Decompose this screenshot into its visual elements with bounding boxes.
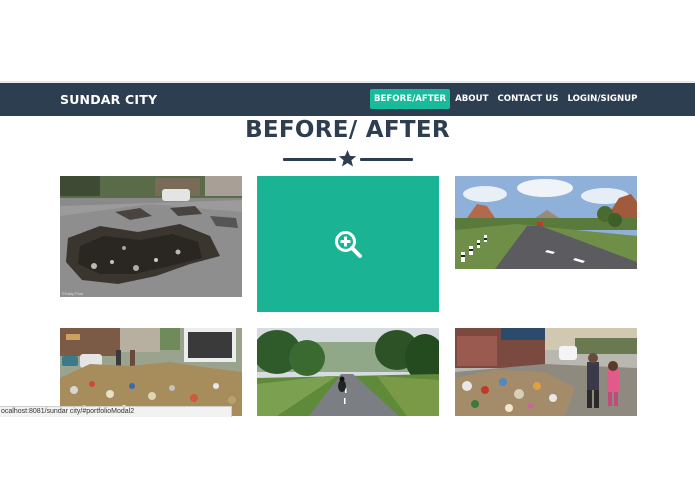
nav-link-login-signup[interactable]: LOGIN/SIGNUP (563, 89, 641, 109)
garbage-street-image (60, 328, 242, 416)
portfolio-item-roadside-garbage[interactable] (455, 328, 637, 416)
zoom-in-icon (335, 231, 362, 258)
portfolio-item-garbage-street[interactable] (60, 328, 242, 416)
image-caption: ©Daily Post (62, 291, 83, 296)
portfolio-item-tree-lined-road[interactable] (257, 328, 439, 416)
portfolio-hover-overlay[interactable] (257, 176, 439, 312)
navbar: SUNDAR CITY BEFORE/AFTER ABOUT CONTACT U… (0, 81, 695, 116)
portfolio-item-clean-highway[interactable] (455, 176, 637, 269)
roadside-garbage-image (455, 328, 637, 416)
portfolio-item-road-hovered[interactable] (257, 176, 439, 312)
clean-highway-image (455, 176, 637, 269)
nav-link-about[interactable]: ABOUT (451, 89, 492, 109)
divider-right-line (360, 158, 413, 161)
browser-status-bar-url: ocalhost:8081/sundar city/#portfolioModa… (0, 406, 232, 417)
nav-link-contact-us[interactable]: CONTACT US (493, 89, 562, 109)
section-title: BEFORE/ AFTER (245, 117, 450, 143)
nav-links: BEFORE/AFTER ABOUT CONTACT US LOGIN/SIGN… (370, 89, 642, 109)
nav-link-before-after[interactable]: BEFORE/AFTER (370, 89, 451, 109)
star-icon (338, 149, 357, 167)
brand-logo[interactable]: SUNDAR CITY (60, 92, 157, 107)
portfolio-item-pothole-road[interactable]: ©Daily Post (60, 176, 242, 297)
divider-left-line (283, 158, 336, 161)
tree-lined-road-image (257, 328, 439, 416)
pothole-road-image (60, 176, 242, 297)
